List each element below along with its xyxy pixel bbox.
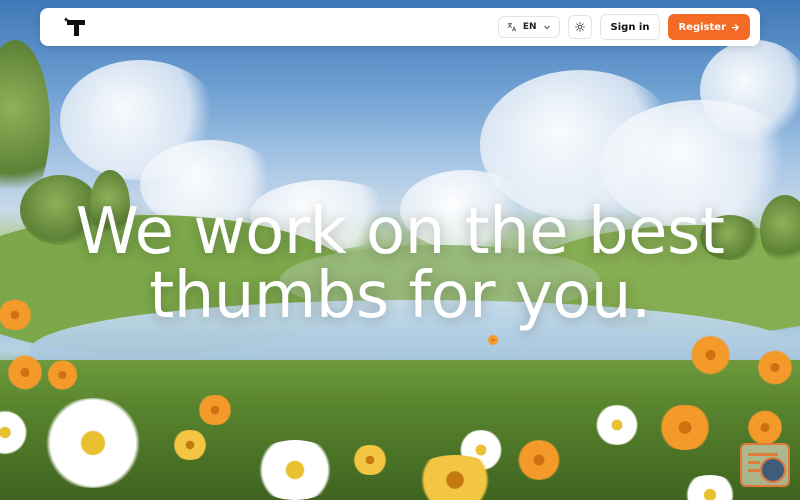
flower xyxy=(38,398,148,488)
translate-icon xyxy=(507,22,516,32)
theme-toggle-button[interactable] xyxy=(567,15,592,39)
sign-in-button[interactable]: Sign in xyxy=(599,14,661,40)
logo-icon xyxy=(64,17,85,36)
language-selector[interactable]: EN xyxy=(497,16,560,38)
flower xyxy=(250,440,340,500)
widget-line xyxy=(748,461,760,464)
top-navbar: EN Sign in Register xyxy=(40,8,760,46)
flower xyxy=(655,405,715,450)
flower xyxy=(745,410,785,445)
flower xyxy=(688,335,733,375)
chat-support-widget[interactable] xyxy=(740,443,790,487)
register-button[interactable]: Register xyxy=(668,14,750,40)
flower xyxy=(410,455,500,500)
flower xyxy=(592,405,642,445)
logo-link[interactable] xyxy=(64,16,88,38)
language-label: EN xyxy=(522,22,537,32)
hero-headline-line-1: We work on the best xyxy=(75,195,725,269)
flower xyxy=(755,350,795,385)
chat-support-icon xyxy=(760,457,786,483)
sun-icon xyxy=(574,22,585,32)
cloud xyxy=(700,40,800,140)
arrow-right-icon xyxy=(731,23,740,31)
hero-headline-line-2: thumbs for you. xyxy=(149,259,651,333)
flower xyxy=(170,430,210,460)
chevron-down-icon xyxy=(543,25,550,30)
register-label: Register xyxy=(678,21,726,33)
nav-actions: EN Sign in Register xyxy=(497,14,750,40)
widget-line xyxy=(748,453,778,456)
flower xyxy=(5,355,45,390)
flower xyxy=(195,395,235,425)
widget-line xyxy=(748,469,760,472)
flower xyxy=(514,440,564,480)
flower xyxy=(350,445,390,475)
flower xyxy=(487,335,499,345)
hero-headline: We work on the best thumbs for you. xyxy=(0,200,800,328)
flower xyxy=(45,360,80,390)
